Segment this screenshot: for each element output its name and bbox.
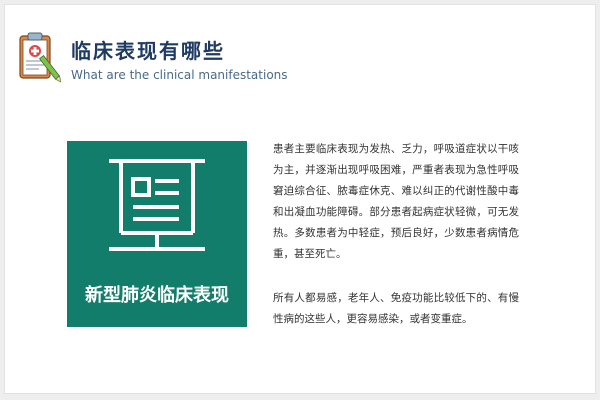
panel-label: 新型肺炎临床表现 <box>85 285 229 306</box>
paragraph-susceptible: 所有人都易感，老年人、免疫功能比较低下的、有慢性病的这些人，更容易感染，或者变重… <box>273 292 519 325</box>
page-subtitle: What are the clinical manifestations <box>71 68 288 82</box>
slide: 临床表现有哪些 What are the clinical manifestat… <box>4 4 596 394</box>
clipboard-medical-icon <box>19 32 61 83</box>
feature-panel: 新型肺炎临床表现 <box>67 141 247 327</box>
presentation-board-icon <box>109 159 205 251</box>
paragraph-symptoms: 患者主要临床表现为发热、乏力，呼吸道症状以干咳为主，并逐渐出现呼吸困难，严重者表… <box>273 143 519 260</box>
page-title: 临床表现有哪些 <box>71 39 225 63</box>
